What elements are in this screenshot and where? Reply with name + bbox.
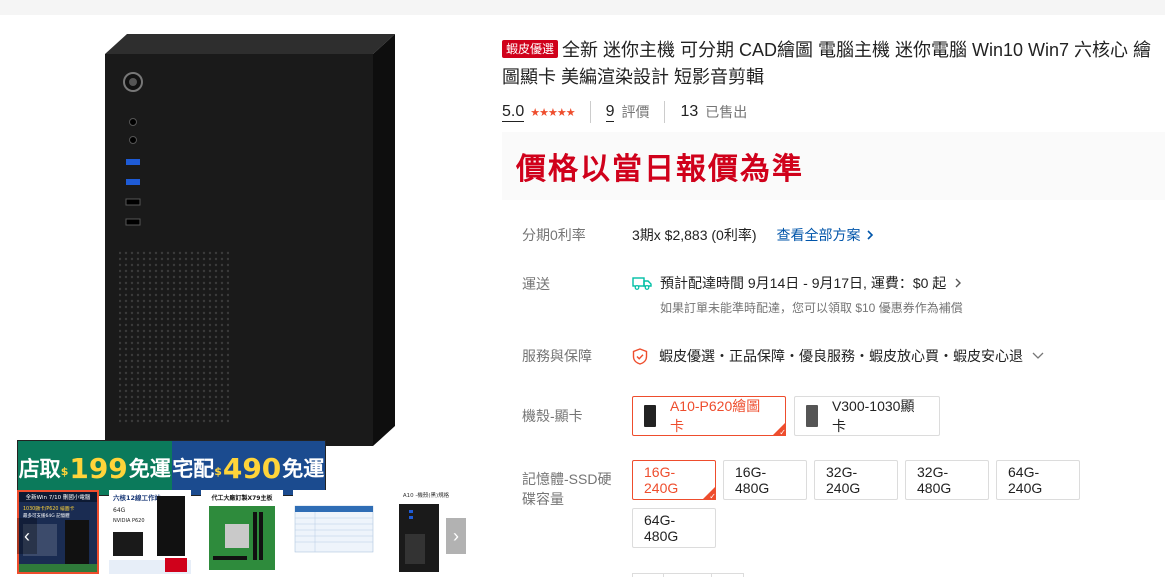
delivery-truck-icon xyxy=(632,277,652,290)
service-label: 服務與保障 xyxy=(522,348,592,364)
selected-check-icon xyxy=(702,486,716,501)
thumbnail-prev-button[interactable]: ‹ xyxy=(17,518,37,554)
sold-label: 已售出 xyxy=(705,104,748,120)
quantity-stepper[interactable] xyxy=(632,573,744,577)
chevron-right-icon: › xyxy=(453,525,459,546)
memory-ssd-label-line1: 記憶體-SSD硬 xyxy=(522,471,612,487)
thumbnail-3-caption: 代工大廠訂製X79主板 xyxy=(211,494,274,502)
installment-plans-link-text: 查看全部方案 xyxy=(776,227,861,243)
thumbnail-3-image: 代工大廠訂製X79主板 xyxy=(201,490,283,574)
divider xyxy=(589,101,591,123)
chevron-left-icon: ‹ xyxy=(24,525,30,546)
delivery-guarantee-note: 如果訂單未能準時配達，您可以領取 $10 優惠券作為補償 xyxy=(660,301,963,315)
currency-symbol: $ xyxy=(214,465,222,478)
shield-check-icon xyxy=(632,347,648,365)
option-16g-240g[interactable]: 16G-240G xyxy=(632,460,716,501)
product-title-text: 全新 迷你主機 可分期 CAD繪圖 電腦主機 迷你電腦 Win10 Win7 六… xyxy=(502,40,1152,87)
home-delivery-suffix: 免運 xyxy=(282,457,325,481)
divider xyxy=(664,101,666,123)
store-pickup-suffix: 免運 xyxy=(128,457,171,481)
installment-plans-link[interactable]: 查看全部方案 xyxy=(777,225,876,245)
currency-symbol: $ xyxy=(60,465,69,478)
chevron-right-icon xyxy=(866,230,873,240)
product-title: 蝦皮優選 全新 迷你主機 可分期 CAD繪圖 電腦主機 迷你電腦 Win10 Wi… xyxy=(502,37,1162,91)
memory-ssd-label: 記憶體-SSD硬 碟容量 xyxy=(522,469,611,509)
rating-value[interactable]: 5.0 xyxy=(502,103,525,122)
store-pickup-promo: 店取 $ 199 免運 xyxy=(18,441,172,495)
option-64g-240g[interactable]: 64G-240G xyxy=(996,460,1080,500)
option-16g-480g[interactable]: 16G-480G xyxy=(723,460,807,500)
option-label: 32G-240G xyxy=(826,464,861,496)
installment-value: 3期x $2,883 (0利率) xyxy=(632,227,757,243)
thumbnail-2-caption: 64G xyxy=(113,507,126,514)
shipping-row[interactable]: 預計配達時間 9月14日 - 9月17日, 運費：$0 起 如果訂單未能準時配達… xyxy=(632,273,964,316)
service-row[interactable]: 蝦皮優選・正品保障・優良服務・蝦皮放心買・蝦皮安心退 xyxy=(632,346,1045,366)
thumbnail-1-caption: 全新Win 7/10 刪國小電腦 xyxy=(26,493,91,501)
thumbnail-2[interactable]: 六核12線工作站 64G NVIDIA P620 xyxy=(109,490,191,574)
option-v300-1030[interactable]: V300-1030顯卡 xyxy=(794,396,940,436)
thumbnail-1-caption: 1030顯卡/P620 繪圖卡 xyxy=(23,505,75,512)
product-stats: 5.0 ★★★★★ 9 評價 13 已售出 xyxy=(502,101,747,123)
home-delivery-price: 490 xyxy=(222,451,282,485)
thumbnail-strip: 全新Win 7/10 刪國小電腦 1030顯卡/P620 繪圖卡 最多可支援64… xyxy=(17,490,467,575)
option-label: 16G-240G xyxy=(644,464,679,496)
delivery-estimate: 預計配達時間 9月14日 - 9月17日, 運費：$0 起 xyxy=(660,275,947,291)
shipping-promo-banner: 店取 $ 199 免運 宅配 $ 490 免運 xyxy=(17,440,326,496)
thumbnail-2-image: 六核12線工作站 64G NVIDIA P620 xyxy=(109,490,191,574)
shipping-label: 運送 xyxy=(522,276,550,292)
selected-check-icon xyxy=(772,422,786,437)
chevron-right-icon xyxy=(955,278,962,288)
rating-stars-icon: ★★★★★ xyxy=(530,106,575,119)
memory-ssd-label-line2: 碟容量 xyxy=(522,491,564,507)
product-card: 店取 $ 199 免運 宅配 $ 490 免運 全新Win 7/10 刪國小電腦… xyxy=(0,15,1165,577)
home-delivery-promo: 宅配 $ 490 免運 xyxy=(171,441,325,495)
preferred-badge: 蝦皮優選 xyxy=(502,40,559,58)
thumbnail-2-caption: 六核12線工作站 xyxy=(113,493,162,502)
installment-row: 3期x $2,883 (0利率) 查看全部方案 xyxy=(632,225,876,245)
price-text: 價格以當日報價為準 xyxy=(516,152,804,187)
option-label: 64G-240G xyxy=(1008,464,1043,496)
service-text: 蝦皮優選・正品保障・優良服務・蝦皮放心買・蝦皮安心退 xyxy=(659,348,1023,364)
store-pickup-price: 199 xyxy=(69,451,128,485)
option-label: 32G-480G xyxy=(917,464,952,496)
option-label: 64G-480G xyxy=(644,512,679,544)
case-gpu-label: 機殼-顯卡 xyxy=(522,408,583,424)
installment-label: 分期0利率 xyxy=(522,227,586,243)
pc-case-thumb-icon xyxy=(806,405,818,427)
option-label: V300-1030顯卡 xyxy=(831,398,915,434)
option-label: A10-P620繪圖卡 xyxy=(669,398,761,434)
option-32g-480g[interactable]: 32G-480G xyxy=(905,460,989,500)
thumbnail-5-caption: A10 -機殼(黑)規格 xyxy=(403,491,450,499)
home-delivery-label: 宅配 xyxy=(172,457,215,481)
pc-case-image xyxy=(105,34,395,446)
price-section: 價格以當日報價為準 xyxy=(502,132,1165,200)
pc-case-thumb-icon xyxy=(644,405,656,427)
review-label: 評價 xyxy=(621,104,650,120)
thumbnail-4[interactable] xyxy=(293,490,375,574)
thumbnail-3[interactable]: 代工大廠訂製X79主板 xyxy=(201,490,283,574)
main-product-image[interactable]: 店取 $ 199 免運 宅配 $ 490 免運 xyxy=(17,31,467,496)
chevron-down-icon xyxy=(1032,352,1044,359)
thumbnail-4-image xyxy=(293,490,375,574)
thumbnail-2-caption: NVIDIA P620 xyxy=(113,518,145,524)
review-count[interactable]: 9 xyxy=(605,103,615,122)
option-64g-480g[interactable]: 64G-480G xyxy=(632,508,716,548)
thumbnail-next-button[interactable]: › xyxy=(446,518,466,554)
option-a10-p620[interactable]: A10-P620繪圖卡 xyxy=(632,396,786,437)
option-32g-240g[interactable]: 32G-240G xyxy=(814,460,898,500)
sold-count: 13 xyxy=(680,103,699,120)
option-label: 16G-480G xyxy=(735,464,770,496)
store-pickup-label: 店取 xyxy=(18,457,61,481)
